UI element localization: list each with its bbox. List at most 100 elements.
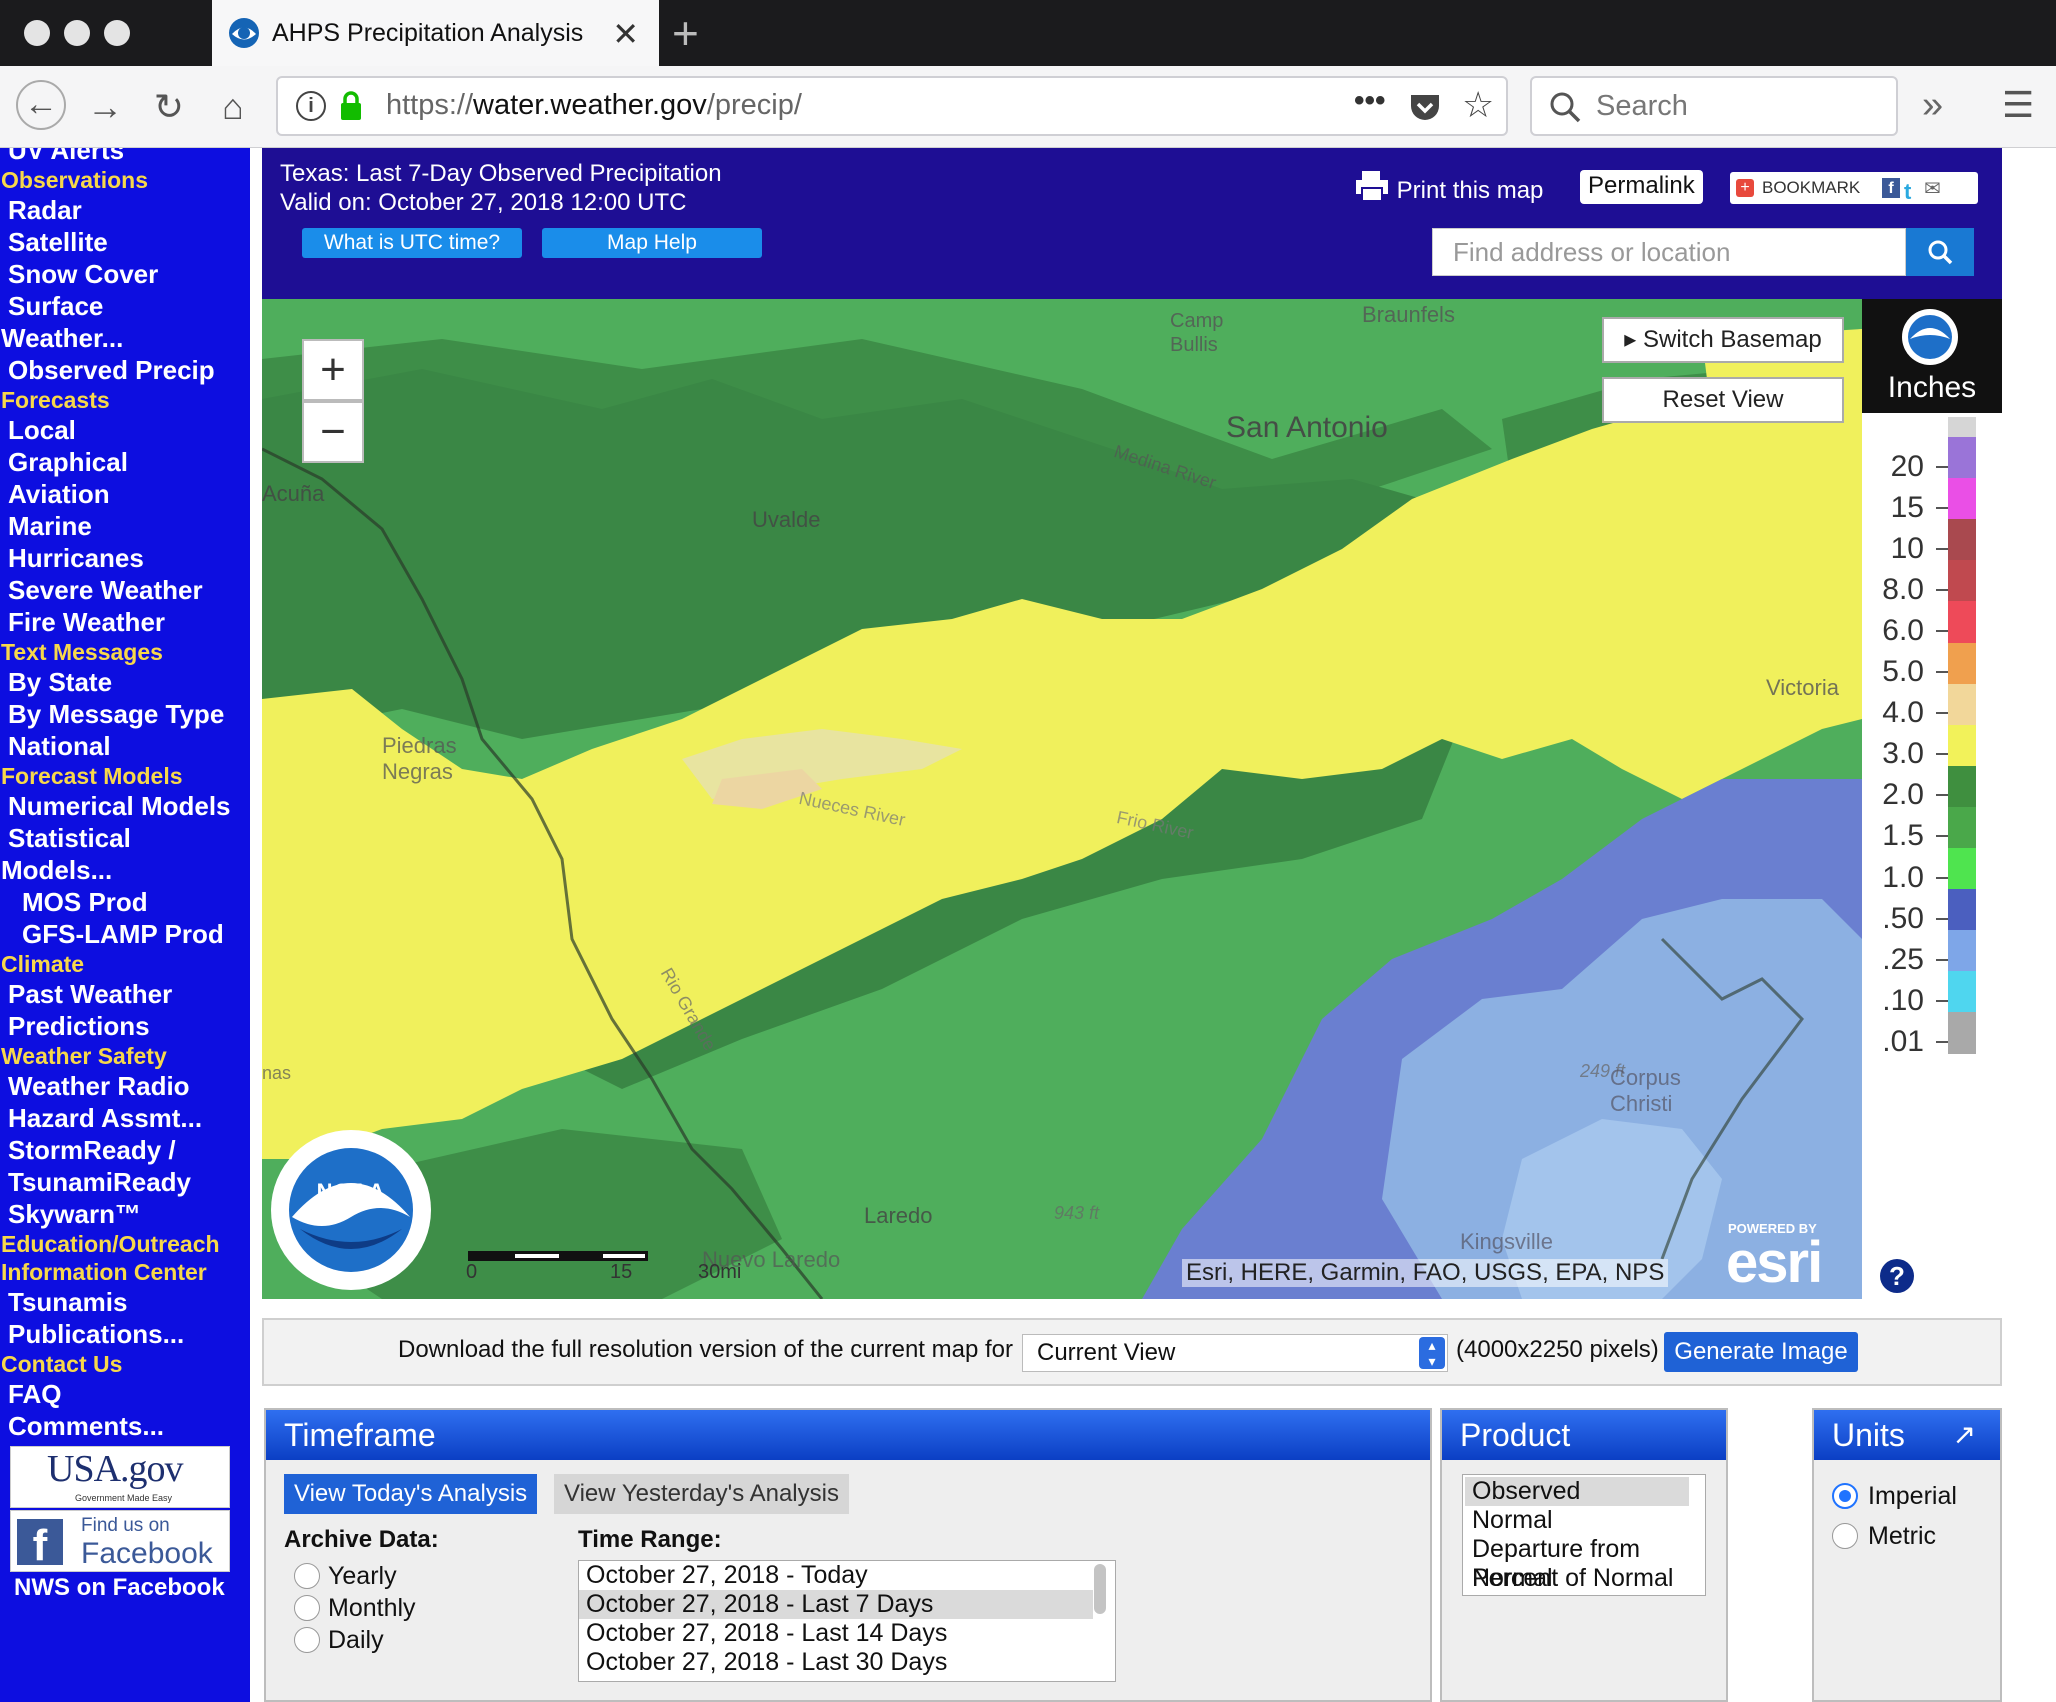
sidebar-link[interactable]: UV Alerts [0,148,250,166]
sidebar-link[interactable]: Severe Weather [0,574,250,606]
sidebar-link[interactable]: Numerical Models [0,790,250,822]
zoom-out-button[interactable]: − [302,401,364,463]
sidebar-link[interactable]: Satellite [0,226,250,258]
permalink-button[interactable]: Permalink [1580,170,1703,204]
radio-button[interactable] [1832,1523,1858,1549]
sidebar-link[interactable]: StormReady / [0,1134,250,1166]
reload-icon[interactable]: ↻ [146,84,192,130]
print-map-link[interactable]: Print this map [1354,170,1543,205]
tab-close-icon[interactable]: ✕ [612,15,639,53]
expand-arrow-icon[interactable]: ↗ [1953,1410,1976,1460]
radio-button[interactable] [1832,1483,1858,1509]
twitter-share-icon[interactable]: t [1904,176,1911,208]
sidebar-link[interactable]: Models... [0,854,250,886]
time-range-listbox[interactable]: October 27, 2018 - Today October 27, 2018… [578,1560,1116,1682]
sidebar-link[interactable]: Fire Weather [0,606,250,638]
archive-option[interactable]: Yearly [294,1560,416,1592]
time-range-scrollbar[interactable] [1094,1564,1106,1614]
sidebar-link[interactable]: MOS Prod [0,886,250,918]
find-location-input[interactable]: Find address or location [1432,228,1906,276]
url-bar[interactable]: i https://water.weather.gov/precip/ ••• … [276,76,1508,136]
sidebar-link[interactable]: Statistical [0,822,250,854]
sidebar-link[interactable]: Weather Radio [0,1070,250,1102]
bookmark-star-icon[interactable]: ☆ [1462,84,1494,126]
radio-button[interactable] [294,1595,320,1621]
switch-basemap-button[interactable]: ▸ Switch Basemap [1602,317,1844,363]
precipitation-map[interactable]: Braunfels Camp Bullis San Antonio Medina… [262,299,1862,1299]
email-share-icon[interactable]: ✉ [1924,173,1941,205]
menu-icon[interactable]: ☰ [2002,84,2034,126]
unit-option[interactable]: Metric [1832,1516,1957,1556]
view-yesterday-button[interactable]: View Yesterday's Analysis [554,1474,849,1514]
usagov-logo[interactable]: USA.gov Government Made Easy [10,1446,230,1508]
sidebar-link[interactable]: National [0,730,250,762]
legend-help-icon[interactable]: ? [1880,1259,1914,1293]
sidebar-link[interactable]: Hurricanes [0,542,250,574]
sidebar-link[interactable]: Skywarn™ [0,1198,250,1230]
legend-swatch [1948,478,1976,521]
product-listbox[interactable]: Observed Normal Departure from Normal Perce… [1462,1474,1706,1596]
archive-option[interactable]: Monthly [294,1592,416,1624]
forward-icon[interactable]: → [82,84,128,130]
nws-facebook-link[interactable]: NWS on Facebook [14,1574,225,1602]
sidebar-link[interactable]: Observed Precip [0,354,250,386]
back-icon[interactable]: ← [16,80,66,130]
radio-button[interactable] [294,1563,320,1589]
product-option[interactable]: Percent of Normal [1465,1564,1689,1593]
info-icon[interactable]: i [296,91,326,121]
sidebar-link[interactable]: Predictions [0,1010,250,1042]
legend-label: 1.0 [1882,860,1924,894]
sidebar-link[interactable]: By Message Type [0,698,250,730]
new-tab-icon[interactable]: + [672,6,699,60]
browser-tab[interactable]: AHPS Precipitation Analysis ✕ [212,0,659,66]
sidebar-link[interactable]: Radar [0,194,250,226]
pocket-icon[interactable] [1408,92,1442,124]
bookmark-share-button[interactable]: + BOOKMARK f t ✉ [1730,172,1978,204]
find-location-button[interactable] [1906,228,1974,276]
window-close-dot[interactable] [24,20,50,46]
overflow-chevron-icon[interactable]: » [1922,84,1943,127]
download-bar: Download the full resolution version of … [262,1318,2002,1386]
radio-button[interactable] [294,1627,320,1653]
sidebar-link[interactable]: TsunamiReady [0,1166,250,1198]
facebook-share-icon[interactable]: f [1882,178,1900,198]
sidebar-link[interactable]: Aviation [0,478,250,510]
sidebar-link[interactable]: Snow Cover [0,258,250,290]
sidebar-link[interactable]: Surface [0,290,250,322]
sidebar-link[interactable]: Tsunamis [0,1286,250,1318]
sidebar-link[interactable]: By State [0,666,250,698]
time-range-option[interactable]: October 27, 2018 - Last 14 Days [579,1619,1093,1648]
product-option[interactable]: Observed [1465,1477,1689,1506]
window-minimize-dot[interactable] [64,20,90,46]
reset-view-button[interactable]: Reset View [1602,377,1844,423]
time-range-option[interactable]: October 27, 2018 - Last 7 Days [579,1590,1093,1619]
sidebar-link[interactable]: Weather... [0,322,250,354]
time-range-option[interactable]: October 27, 2018 - Today [579,1561,1093,1590]
browser-search-box[interactable]: Search [1530,76,1898,136]
home-icon[interactable]: ⌂ [210,84,256,130]
sidebar-link[interactable]: Local [0,414,250,446]
sidebar-link[interactable]: Past Weather [0,978,250,1010]
page-actions-icon[interactable]: ••• [1354,84,1386,118]
sidebar-link[interactable]: GFS-LAMP Prod [0,918,250,950]
archive-option[interactable]: Daily [294,1624,416,1656]
view-today-button[interactable]: View Today's Analysis [284,1474,538,1514]
unit-option[interactable]: Imperial [1832,1476,1957,1516]
window-zoom-dot[interactable] [104,20,130,46]
sidebar-link[interactable]: Marine [0,510,250,542]
sidebar-link[interactable]: Hazard Assmt... [0,1102,250,1134]
utc-time-button[interactable]: What is UTC time? [302,228,522,258]
product-option[interactable]: Departure from Normal [1465,1535,1689,1592]
map-help-button[interactable]: Map Help [542,228,762,258]
sidebar-link[interactable]: Comments... [0,1410,250,1442]
sidebar-link[interactable]: FAQ [0,1378,250,1410]
sidebar-link[interactable]: Publications... [0,1318,250,1350]
time-range-option[interactable]: October 27, 2018 - Last 30 Days [579,1648,1093,1677]
facebook-link[interactable]: f Find us on Facebook [10,1510,230,1572]
download-extent-select[interactable]: Current View ▴ ▾ [1022,1334,1448,1372]
noaa-favicon-icon [229,18,259,48]
zoom-in-button[interactable]: + [302,339,364,401]
generate-image-button[interactable]: Generate Image [1664,1332,1858,1372]
sidebar-link[interactable]: Graphical [0,446,250,478]
product-option[interactable]: Normal [1465,1506,1689,1535]
